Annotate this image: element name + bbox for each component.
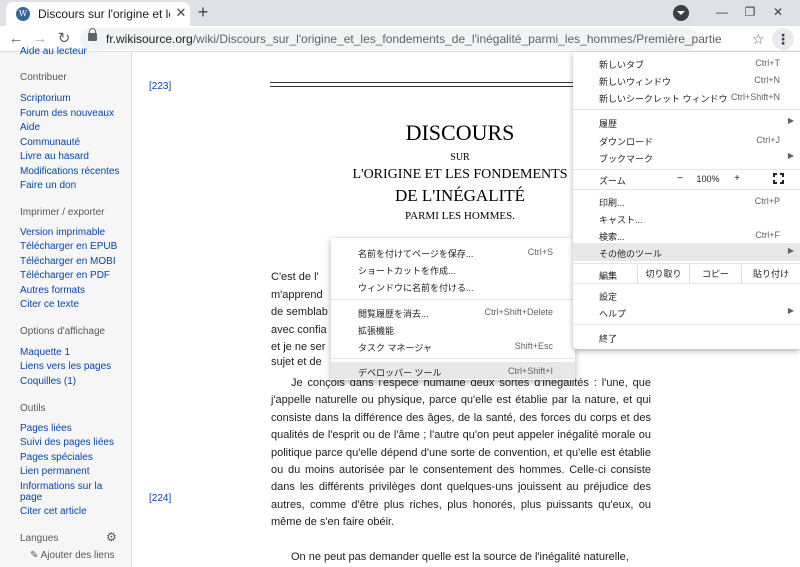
sidebar-item-don[interactable]: Faire un don: [20, 180, 76, 191]
menu-item-exit[interactable]: 終了: [573, 328, 800, 346]
sidebar-item-communaute[interactable]: Communauté: [20, 137, 80, 148]
menu-item-extensions[interactable]: 拡張機能: [331, 320, 575, 337]
paste-button[interactable]: 貼り付け: [741, 265, 800, 283]
menu-separator: [573, 324, 800, 325]
bookmark-star-icon[interactable]: ☆: [752, 31, 765, 48]
chevron-right-icon: ▶: [787, 306, 794, 315]
sidebar-item-coquilles[interactable]: Coquilles (1): [20, 376, 76, 387]
sidebar-heading-contribuer: Contribuer: [20, 72, 67, 83]
tab-strip: W Discours sur l'origine et les fondemen…: [0, 0, 800, 26]
sidebar-item-citer-texte[interactable]: Citer ce texte: [20, 299, 79, 310]
menu-item-incognito[interactable]: 新しいシークレット ウィンドウ Ctrl+Shift+N: [573, 88, 800, 106]
chevron-right-icon: ▶: [787, 246, 794, 255]
sidebar-item-suivi[interactable]: Suivi des pages liées: [20, 437, 114, 448]
menu-item-history[interactable]: 履歴 ▶: [573, 113, 800, 131]
wikisource-favicon-icon: W: [16, 7, 30, 21]
menu-separator: [573, 109, 800, 110]
sidebar-item-pdf[interactable]: Télécharger en PDF: [20, 270, 110, 281]
sidebar-item-informations[interactable]: Informations sur la page: [20, 481, 120, 503]
menu-separator: [573, 189, 800, 190]
sidebar-item-maquette[interactable]: Maquette 1: [20, 347, 70, 358]
menu-item-new-tab[interactable]: 新しいタブ Ctrl+T: [573, 54, 800, 72]
sidebar-item-pages-speciales[interactable]: Pages spéciales: [20, 452, 93, 463]
page-number-link[interactable]: [223]: [149, 81, 171, 92]
fullscreen-icon[interactable]: [773, 173, 784, 184]
lock-icon: [88, 28, 97, 41]
menu-separator: [573, 283, 800, 284]
paragraph: On ne peut pas demander quelle est la so…: [291, 551, 629, 563]
sidebar-item-version-imprimable[interactable]: Version imprimable: [20, 227, 105, 238]
sidebar-cut-link[interactable]: Aide au lecteur: [20, 46, 87, 57]
sidebar-heading-outils: Outils: [20, 403, 46, 414]
menu-item-zoom: ズーム − 100% +: [573, 170, 800, 188]
menu-item-clear-data[interactable]: 閲覧履歴を消去... Ctrl+Shift+Delete: [331, 303, 575, 320]
url-text: fr.wikisource.org/wiki/Discours_sur_l'or…: [106, 32, 722, 46]
menu-item-cast[interactable]: キャスト...: [573, 209, 800, 227]
menu-item-new-window[interactable]: 新しいウィンドウ Ctrl+N: [573, 71, 800, 89]
menu-item-save-page[interactable]: 名前を付けてページを保存... Ctrl+S: [331, 243, 575, 260]
sidebar-item-liens-pages[interactable]: Liens vers les pages: [20, 361, 111, 372]
sidebar-item-scriptorium[interactable]: Scriptorium: [20, 93, 71, 104]
sidebar-item-livre-hasard[interactable]: Livre au hasard: [20, 151, 89, 162]
close-tab-icon[interactable]: ✕: [174, 6, 188, 20]
menu-separator: [573, 263, 800, 264]
menu-separator: [331, 299, 575, 300]
pencil-icon: ✎: [30, 550, 39, 561]
gear-icon[interactable]: ⚙: [106, 530, 117, 544]
menu-item-downloads[interactable]: ダウンロード Ctrl+J: [573, 131, 800, 149]
zoom-in-button[interactable]: +: [730, 171, 744, 187]
minimize-window-icon[interactable]: —: [710, 3, 734, 21]
chrome-main-menu: 新しいタブ Ctrl+T 新しいウィンドウ Ctrl+N 新しいシークレット ウィン…: [573, 52, 800, 349]
sidebar-item-autres-formats[interactable]: Autres formats: [20, 285, 85, 296]
add-links-link[interactable]: ✎ Ajouter des liens: [30, 550, 115, 561]
sidebar-item-aide[interactable]: Aide: [20, 122, 40, 133]
menu-item-help[interactable]: ヘルプ ▶: [573, 303, 800, 321]
menu-item-create-shortcut[interactable]: ショートカットを作成...: [331, 260, 575, 277]
chevron-right-icon: ▶: [787, 116, 794, 125]
sidebar-item-pages-liees[interactable]: Pages liées: [20, 423, 72, 434]
menu-item-edit-row: 編集 切り取り コピー 貼り付け: [573, 265, 800, 283]
menu-item-settings[interactable]: 設定: [573, 286, 800, 304]
cut-button[interactable]: 切り取り: [637, 265, 689, 283]
paragraph: Je conçois dans l'espèce humaine deux so…: [271, 377, 651, 529]
profile-dropdown-icon[interactable]: [673, 5, 689, 21]
sidebar-item-mobi[interactable]: Télécharger en MOBI: [20, 256, 116, 267]
chevron-right-icon: ▶: [787, 151, 794, 160]
more-tools-submenu: 名前を付けてページを保存... Ctrl+S ショートカットを作成... ウィンド…: [331, 238, 575, 380]
sidebar-heading-imprimer: Imprimer / exporter: [20, 207, 105, 218]
sidebar-item-citer-article[interactable]: Citer cet article: [20, 506, 87, 517]
sidebar: Aide au lecteur Contribuer Scriptorium F…: [0, 46, 132, 567]
close-window-icon[interactable]: ✕: [766, 3, 790, 21]
menu-item-name-window[interactable]: ウィンドウに名前を付ける...: [331, 277, 575, 294]
tab-wikisource[interactable]: W Discours sur l'origine et les fondemen…: [6, 2, 190, 26]
sidebar-heading-options: Options d'affichage: [20, 326, 106, 337]
sidebar-heading-langues: Langues: [20, 533, 59, 544]
sidebar-item-forum[interactable]: Forum des nouveaux: [20, 108, 114, 119]
zoom-level: 100%: [696, 174, 720, 184]
chrome-menu-icon[interactable]: ⋮: [772, 28, 794, 50]
page-number-link[interactable]: [224]: [149, 493, 171, 504]
sidebar-item-epub[interactable]: Télécharger en EPUB: [20, 241, 117, 252]
sidebar-item-lien-permanent[interactable]: Lien permanent: [20, 466, 90, 477]
menu-separator: [331, 358, 575, 359]
browser-toolbar: ← → ↻ fr.wikisource.org/wiki/Discours_su…: [0, 26, 800, 52]
menu-item-task-manager[interactable]: タスク マネージャ Shift+Esc: [331, 337, 575, 354]
menu-item-find[interactable]: 検索... Ctrl+F: [573, 226, 800, 244]
restore-window-icon[interactable]: ❐: [738, 3, 762, 21]
zoom-out-button[interactable]: −: [673, 171, 687, 187]
sidebar-item-modifications[interactable]: Modifications récentes: [20, 166, 120, 177]
address-bar[interactable]: fr.wikisource.org/wiki/Discours_sur_l'or…: [80, 28, 765, 50]
tab-title: Discours sur l'origine et les fondements: [38, 7, 170, 21]
menu-item-more-tools[interactable]: その他のツール ▶: [573, 243, 800, 261]
new-tab-plus-icon[interactable]: +: [195, 3, 211, 21]
menu-item-bookmarks[interactable]: ブックマーク ▶: [573, 148, 800, 166]
copy-button[interactable]: コピー: [689, 265, 741, 283]
menu-item-print[interactable]: 印刷... Ctrl+P: [573, 192, 800, 210]
menu-item-developer-tools[interactable]: デベロッパー ツール Ctrl+Shift+I: [331, 362, 575, 379]
